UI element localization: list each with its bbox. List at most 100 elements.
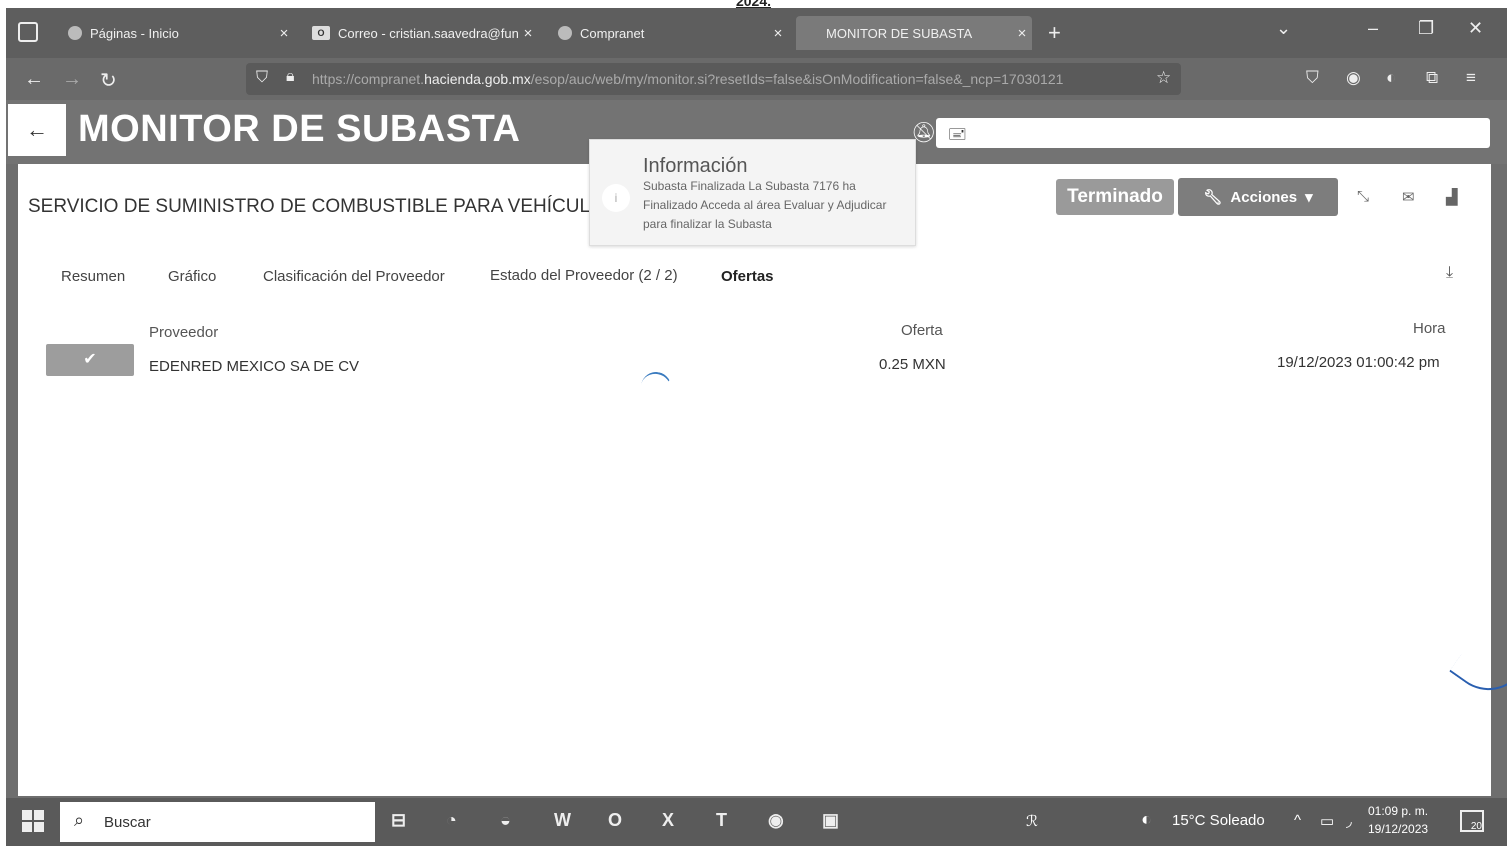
- app-back-button[interactable]: ←: [8, 104, 66, 156]
- forward-icon[interactable]: →: [62, 68, 82, 91]
- browser-nav-bar: ← → ↻ ⛉ 🔒︎ https://compranet.hacienda.go…: [6, 58, 1507, 100]
- url-path: /esop/auc/web/my/monitor.si?resetIds=fal…: [530, 71, 1064, 87]
- column-header-proveedor: Proveedor: [149, 324, 219, 341]
- close-window-icon[interactable]: ✕: [1468, 18, 1483, 39]
- spotify-icon[interactable]: ◉: [768, 810, 784, 831]
- word-icon[interactable]: W: [554, 810, 571, 831]
- screen: Páginas - Inicio × O Correo - cristian.s…: [6, 8, 1507, 846]
- account-icon[interactable]: ◉: [1346, 68, 1361, 88]
- new-tab-icon[interactable]: +: [1048, 20, 1061, 46]
- teams-icon[interactable]: T: [716, 810, 727, 831]
- windows-start-icon[interactable]: [22, 810, 44, 832]
- info-icon: i: [602, 184, 630, 212]
- page: 2024. Páginas - Inicio × O Correo - cris…: [0, 0, 1507, 846]
- extensions-puzzle-icon[interactable]: ⧉: [1426, 68, 1438, 88]
- task-view-icon[interactable]: ⊟: [391, 810, 406, 831]
- clock-time: 01:09 p. m.: [1368, 804, 1429, 818]
- back-icon[interactable]: ←: [24, 68, 44, 91]
- edge-icon[interactable]: ◒: [500, 810, 511, 831]
- search-icon: ⌕: [74, 810, 85, 830]
- tab-label: Páginas - Inicio: [90, 25, 179, 41]
- taskbar-clock[interactable]: 01:09 p. m. 19/12/2023: [1368, 802, 1428, 838]
- close-tab-icon[interactable]: ×: [274, 25, 294, 42]
- tab-resumen[interactable]: Resumen: [61, 268, 125, 285]
- minimize-icon[interactable]: –: [1368, 18, 1378, 39]
- bookmark-star-icon[interactable]: ☆: [1156, 68, 1171, 88]
- reload-icon[interactable]: ↻: [100, 68, 117, 93]
- check-icon: ✔: [83, 351, 97, 368]
- menu-icon[interactable]: ≡: [1466, 68, 1476, 88]
- close-tab-icon[interactable]: ×: [1012, 25, 1032, 42]
- tab-clasificacion-proveedor[interactable]: Clasificación del Proveedor: [263, 268, 445, 285]
- tab-monitor-subasta[interactable]: MONITOR DE SUBASTA ×: [796, 16, 1032, 50]
- actions-button[interactable]: 🔧︎ Acciones ▾: [1178, 178, 1338, 216]
- wifi-icon[interactable]: ◞: [1346, 812, 1352, 830]
- url-text[interactable]: https://compranet.hacienda.gob.mx/esop/a…: [312, 71, 1142, 87]
- page-heading: 2024.: [735, 0, 772, 8]
- tab-paginas-inicio[interactable]: Páginas - Inicio ×: [58, 16, 294, 50]
- loading-spinner: [638, 369, 674, 405]
- popup-title: Información: [643, 155, 748, 177]
- monitor-tabs: Resumen Gráfico Clasificación del Provee…: [18, 267, 1491, 292]
- shield-icon[interactable]: ⛉: [256, 69, 268, 87]
- windows-taskbar: ⌕ Buscar ⊟ ◔ ◒ W O X T ◉ ▣ ℛ ◐ 15°C Sole…: [6, 798, 1507, 846]
- pocket-icon[interactable]: ⛉: [1306, 68, 1319, 88]
- weather-icon[interactable]: ◐: [1141, 809, 1152, 830]
- store-icon[interactable]: ▣: [822, 810, 839, 831]
- column-header-oferta: Oferta: [901, 322, 943, 339]
- row-select-button[interactable]: ✔: [46, 344, 134, 376]
- tab-label: Correo - cristian.saavedra@fun: [338, 25, 518, 41]
- taskbar-search[interactable]: ⌕ Buscar: [60, 802, 375, 842]
- wrench-icon: 🔧︎: [1203, 189, 1223, 206]
- area-chart-icon[interactable]: ▟: [1446, 188, 1458, 206]
- envelope-icon[interactable]: ✉: [1402, 188, 1415, 206]
- address-bar[interactable]: ⛉ 🔒︎ https://compranet.hacienda.gob.mx/e…: [246, 63, 1181, 95]
- globe-icon: [68, 26, 82, 40]
- compress-icon[interactable]: ⤡: [1357, 188, 1369, 205]
- header-search-box[interactable]: 🖃: [936, 118, 1490, 148]
- taskbar-search-label: Buscar: [104, 814, 151, 831]
- url-prefix: https://compranet.: [312, 71, 425, 87]
- excel-icon[interactable]: X: [662, 810, 674, 831]
- actions-label: Acciones: [1230, 188, 1298, 206]
- tab-label: MONITOR DE SUBASTA: [826, 25, 973, 41]
- battery-icon[interactable]: ▭: [1320, 812, 1334, 830]
- tab-compranet[interactable]: Compranet ×: [548, 16, 788, 50]
- tab-ofertas[interactable]: Ofertas: [721, 268, 774, 285]
- browser-tab-bar: Páginas - Inicio × O Correo - cristian.s…: [6, 8, 1507, 58]
- weather-text[interactable]: 15°C Soleado: [1172, 812, 1265, 829]
- inbox-icon[interactable]: 🖃: [948, 123, 967, 150]
- outlook-app-icon[interactable]: O: [608, 810, 622, 831]
- main-panel: SERVICIO DE SUMINISTRO DE COMBUSTIBLE PA…: [18, 164, 1491, 796]
- url-domain: hacienda.gob.mx: [424, 71, 531, 87]
- cell-hora: 19/12/2023 01:00:42 pm: [1277, 354, 1440, 371]
- firefox-icon[interactable]: ◔: [446, 810, 457, 831]
- info-popup: i Información Subasta Finalizada La Suba…: [589, 139, 916, 246]
- outlook-icon: O: [312, 26, 330, 40]
- restore-icon[interactable]: ❐: [1418, 18, 1434, 39]
- close-tab-icon[interactable]: ×: [768, 25, 788, 42]
- column-header-hora: Hora: [1413, 320, 1446, 337]
- cell-oferta: 0.25 MXN: [879, 356, 946, 373]
- extension-icon[interactable]: ◐: [1386, 68, 1396, 88]
- download-icon[interactable]: ⤓: [1446, 264, 1453, 282]
- people-icon[interactable]: ℛ: [1026, 812, 1038, 830]
- notification-center-icon[interactable]: 20: [1460, 810, 1484, 832]
- tab-label: Compranet: [580, 25, 645, 41]
- close-tab-icon[interactable]: ×: [518, 25, 538, 42]
- tab-grafico[interactable]: Gráfico: [168, 268, 216, 285]
- status-terminado-button[interactable]: Terminado: [1056, 179, 1174, 215]
- auction-title: SERVICIO DE SUMINISTRO DE COMBUSTIBLE PA…: [28, 196, 605, 217]
- tab-estado-proveedor[interactable]: Estado del Proveedor (2 / 2): [490, 267, 678, 284]
- arrow-left-icon: ←: [26, 117, 48, 142]
- caret-down-icon: ▾: [1305, 189, 1313, 206]
- app-title: MONITOR DE SUBASTA: [78, 108, 521, 150]
- tab-list-icon[interactable]: [18, 22, 38, 42]
- cell-proveedor: EDENRED MEXICO SA DE CV: [149, 358, 360, 375]
- lock-icon[interactable]: 🔒︎: [286, 68, 295, 86]
- chevron-up-icon[interactable]: ^: [1294, 812, 1301, 829]
- chevron-down-icon[interactable]: ⌄: [1276, 18, 1291, 39]
- notification-count: 20: [1470, 821, 1482, 832]
- clock-date: 19/12/2023: [1368, 822, 1429, 836]
- tab-correo[interactable]: O Correo - cristian.saavedra@fun ×: [302, 16, 538, 50]
